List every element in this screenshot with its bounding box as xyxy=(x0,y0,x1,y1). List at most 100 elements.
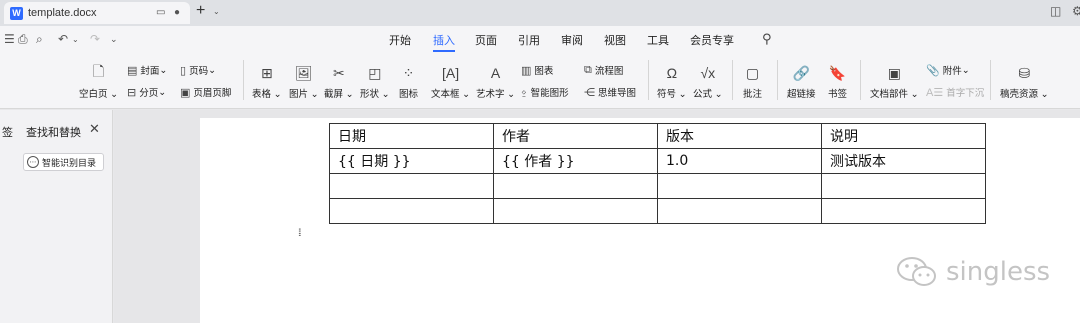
document-page[interactable]: 日期 作者 版本 说明 {{ 日期 }} {{ 作者 }} 1.0 测试版本 xyxy=(200,118,1080,323)
undo-icon[interactable]: ↶ xyxy=(58,32,68,46)
table-cell[interactable]: 作者 xyxy=(493,123,658,149)
table-icon: ⊞ xyxy=(260,64,273,81)
layout-icon[interactable]: ◫ xyxy=(1050,4,1061,18)
panel-title: 查找和替换 xyxy=(26,127,81,139)
comment-button[interactable]: ▢ 批注 xyxy=(743,62,762,101)
document-table[interactable]: 日期 作者 版本 说明 {{ 日期 }} {{ 作者 }} 1.0 测试版本 xyxy=(329,123,986,224)
table-cell[interactable]: {{ 日期 }} xyxy=(329,148,494,174)
ribbon-separator xyxy=(648,60,649,100)
picture-button[interactable]: 🖼 图片 ⌄ xyxy=(289,62,319,101)
menu-member[interactable]: 会员专享 xyxy=(690,32,734,48)
doc-parts-icon: ▣ xyxy=(887,64,901,81)
header-footer-button[interactable]: ▣ 页眉页脚 xyxy=(180,85,231,100)
bookmark-button[interactable]: 🔖 书签 xyxy=(828,62,847,101)
new-tab-chevron-down-icon[interactable]: ⌄ xyxy=(213,7,220,16)
blank-page-button[interactable]: 🗋 空白页 ⌄ xyxy=(79,62,118,100)
menu-bar: ☰ ⎙ ⌕ ↶ ⌄ ↷ ⌄ 开始 插入 页面 引用 审阅 视图 工具 会员专享 … xyxy=(0,26,1080,54)
icon-button[interactable]: ⁘ 图标 xyxy=(399,62,418,101)
shape-button[interactable]: ◰ 形状 ⌄ xyxy=(360,62,390,101)
menu-reference[interactable]: 引用 xyxy=(518,32,540,48)
table-button[interactable]: ⊞ 表格 ⌄ xyxy=(252,62,282,101)
table-cell[interactable] xyxy=(657,173,822,199)
title-tab-bar: W template.docx ▭ ● + ⌄ ◫ ⚙ xyxy=(0,0,1080,26)
picture-icon: 🖼 xyxy=(294,64,313,81)
flowchart-icon: ⧉ xyxy=(584,63,592,76)
draft-resource-button[interactable]: ⛁ 稿壳资源 ⌄ xyxy=(1000,62,1049,101)
mindmap-button[interactable]: ⋲ 思维导图 xyxy=(584,85,636,100)
menu-page[interactable]: 页面 xyxy=(475,32,497,48)
settings-icon[interactable]: ⚙ xyxy=(1072,4,1080,18)
page-break-icon: ⊟ xyxy=(127,86,137,99)
textbox-button[interactable]: [A] 文本框 ⌄ xyxy=(431,62,470,100)
smart-toc-icon: ⋯ xyxy=(27,156,39,168)
table-cell[interactable] xyxy=(657,198,822,224)
drag-handle-icon[interactable]: ⁞⁞ xyxy=(298,228,301,239)
paperclip-icon: 📎 xyxy=(926,64,940,77)
document-canvas: 日期 作者 版本 说明 {{ 日期 }} {{ 作者 }} 1.0 测试版本 ⁞… xyxy=(114,110,1080,323)
screenshot-button[interactable]: ✂ 截屏 ⌄ xyxy=(324,62,354,101)
search-icon[interactable]: ⚲ xyxy=(762,31,772,47)
drop-cap-button[interactable]: A☰ 首字下沉 xyxy=(926,85,984,100)
smart-graphic-icon: ⍚ xyxy=(521,85,528,98)
tab-dot-icon[interactable]: ● xyxy=(174,7,180,18)
menu-insert[interactable]: 插入 xyxy=(433,32,455,48)
smart-toc-label: 智能识别目录 xyxy=(42,157,97,168)
monitor-icon[interactable]: ▭ xyxy=(156,7,165,18)
wps-writer-icon: W xyxy=(10,6,23,20)
table-cell[interactable]: 1.0 xyxy=(657,148,822,174)
table-cell[interactable] xyxy=(493,173,658,199)
doc-parts-button[interactable]: ▣ 文档部件 ⌄ xyxy=(870,62,919,101)
menu-home[interactable]: 开始 xyxy=(389,32,411,48)
undo-dropdown-icon[interactable]: ⌄ xyxy=(72,35,79,44)
link-icon: 🔗 xyxy=(792,64,810,81)
menu-review[interactable]: 审阅 xyxy=(561,32,583,48)
document-tab[interactable]: W template.docx ▭ ● xyxy=(4,2,190,24)
page-number-icon: ▯ xyxy=(180,64,187,77)
table-cell[interactable]: 版本 xyxy=(657,123,822,149)
smart-graphic-button[interactable]: ⍚ 智能图形 xyxy=(521,85,569,100)
menu-tools[interactable]: 工具 xyxy=(647,32,669,48)
watermark: singless xyxy=(896,256,1050,288)
table-cell[interactable]: 说明 xyxy=(821,123,986,149)
cover-icon: ▤ xyxy=(127,64,138,77)
attachment-button[interactable]: 📎 附件 ⌄ xyxy=(926,63,970,78)
page-break-button[interactable]: ⊟ 分页 ⌄ xyxy=(127,85,166,100)
wechat-icon xyxy=(897,257,936,286)
table-cell[interactable]: {{ 作者 }} xyxy=(493,148,658,174)
formula-button[interactable]: √x 公式 ⌄ xyxy=(693,62,723,100)
wordart-button[interactable]: A 艺术字 ⌄ xyxy=(476,62,515,100)
wordart-icon: A xyxy=(490,65,501,81)
smart-toc-button[interactable]: ⋯ 智能识别目录 xyxy=(23,153,104,171)
chevron-down-icon[interactable]: ⌄ xyxy=(110,34,118,45)
ribbon-separator xyxy=(243,60,244,100)
bookmark-tab[interactable]: 签 xyxy=(2,124,13,140)
hyperlink-button[interactable]: 🔗 超链接 xyxy=(787,62,816,101)
page-number-button[interactable]: ▯ 页码 ⌄ xyxy=(180,63,216,78)
close-icon[interactable]: ✕ xyxy=(89,121,100,137)
active-tab-indicator xyxy=(433,50,455,52)
drop-cap-icon: A☰ xyxy=(926,86,944,99)
ribbon-separator xyxy=(777,60,778,100)
print-icon[interactable]: ⎙ xyxy=(18,32,28,47)
redo-icon[interactable]: ↷ xyxy=(90,32,100,46)
table-cell[interactable] xyxy=(329,198,494,224)
menu-icon[interactable]: ☰ xyxy=(4,32,15,46)
table-cell[interactable]: 日期 xyxy=(329,123,494,149)
cover-button[interactable]: ▤ 封面 ⌄ xyxy=(127,63,167,78)
table-cell[interactable] xyxy=(329,173,494,199)
omega-icon: Ω xyxy=(666,65,678,81)
chart-button[interactable]: ▥ 图表 xyxy=(521,63,553,78)
menu-view[interactable]: 视图 xyxy=(604,32,626,48)
document-tab-title: template.docx xyxy=(28,7,97,19)
shape-icon: ◰ xyxy=(368,64,382,81)
bookmark-icon: 🔖 xyxy=(828,64,847,81)
table-cell[interactable] xyxy=(821,198,986,224)
table-cell[interactable] xyxy=(821,173,986,199)
table-cell[interactable] xyxy=(493,198,658,224)
table-row: 日期 作者 版本 说明 xyxy=(329,123,986,149)
new-tab-plus-icon[interactable]: + xyxy=(196,2,205,20)
table-cell[interactable]: 测试版本 xyxy=(821,148,986,174)
flowchart-button[interactable]: ⧉ 流程图 xyxy=(584,63,623,78)
print-preview-icon[interactable]: ⌕ xyxy=(36,32,43,47)
symbol-button[interactable]: Ω 符号 ⌄ xyxy=(657,62,687,100)
